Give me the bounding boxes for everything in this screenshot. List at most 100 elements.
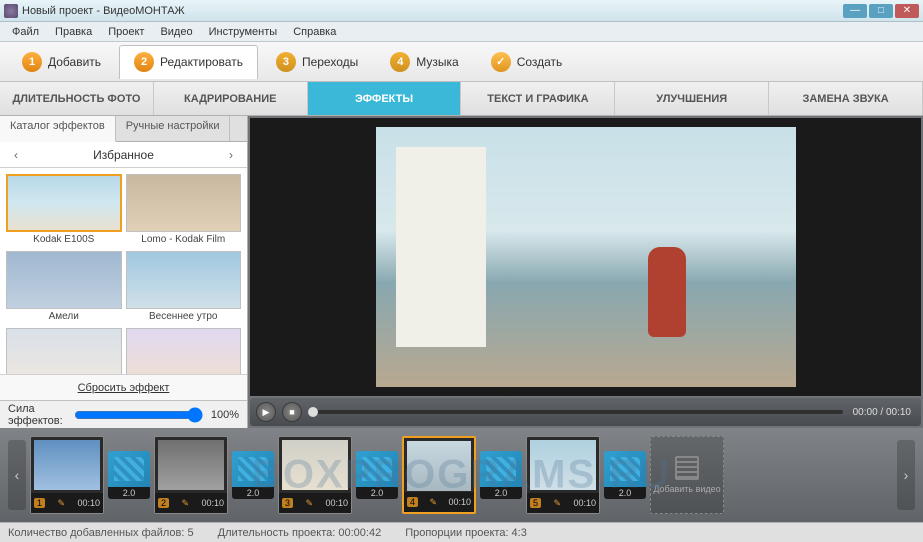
strength-label: Сила эффектов:: [8, 403, 66, 427]
prev-category-icon[interactable]: ‹: [8, 146, 24, 164]
app-icon: [4, 4, 18, 18]
step-num-icon: 1: [22, 52, 42, 72]
subtab-text[interactable]: ТЕКСТ И ГРАФИКА: [461, 82, 615, 115]
step-num-icon: 3: [276, 52, 296, 72]
menu-file[interactable]: Файл: [4, 24, 47, 40]
step-num-icon: 2: [134, 52, 154, 72]
step-label: Музыка: [416, 55, 458, 69]
timeline-clip[interactable]: 3✎00:10: [278, 436, 352, 514]
effect-label: Lomo - Kodak Film: [126, 232, 242, 247]
strength-row: Сила эффектов: 100%: [0, 400, 247, 428]
clip-thumb: [34, 440, 100, 490]
subtab-effects[interactable]: ЭФФЕКТЫ: [308, 82, 462, 115]
preview-viewport: [250, 118, 921, 396]
menu-project[interactable]: Проект: [100, 24, 152, 40]
clip-thumb: [282, 440, 348, 490]
maximize-button[interactable]: □: [869, 4, 893, 18]
transition-item[interactable]: 2.0: [604, 451, 646, 499]
step-add[interactable]: 1 Добавить: [8, 45, 115, 79]
sidetab-catalog[interactable]: Каталог эффектов: [0, 116, 116, 142]
stop-button[interactable]: ■: [282, 402, 302, 422]
transition-duration: 2.0: [604, 487, 646, 499]
preview-image: [376, 127, 796, 387]
subtab-enhance[interactable]: УЛУЧШЕНИЯ: [615, 82, 769, 115]
transition-duration: 2.0: [356, 487, 398, 499]
pencil-icon: ✎: [553, 498, 561, 509]
close-button[interactable]: ✕: [895, 4, 919, 18]
category-nav: ‹ Избранное ›: [0, 142, 247, 168]
step-label: Добавить: [48, 55, 101, 69]
clip-index: 1: [34, 498, 45, 508]
clip-thumb: [407, 441, 471, 491]
reset-row: Сбросить эффект: [0, 374, 247, 400]
effect-label: Амели: [6, 309, 122, 324]
strength-value: 100%: [211, 409, 239, 421]
timeline-clip[interactable]: 4✎00:10: [402, 436, 476, 514]
effect-item[interactable]: [6, 328, 122, 374]
subtab-audio[interactable]: ЗАМЕНА ЗВУКА: [769, 82, 923, 115]
transition-duration: 2.0: [108, 487, 150, 499]
add-video-button[interactable]: Добавить видео: [650, 436, 724, 514]
timeline-next-icon[interactable]: ›: [897, 440, 915, 510]
transition-item[interactable]: 2.0: [356, 451, 398, 499]
step-label: Редактировать: [160, 55, 243, 69]
clip-index: 5: [530, 498, 541, 508]
play-button[interactable]: ▶: [256, 402, 276, 422]
transition-item[interactable]: 2.0: [108, 451, 150, 499]
category-name: Избранное: [93, 148, 154, 162]
transition-duration: 2.0: [232, 487, 274, 499]
step-music[interactable]: 4 Музыка: [376, 45, 472, 79]
strength-slider[interactable]: [74, 407, 203, 423]
effects-sidebar: Каталог эффектов Ручные настройки ‹ Избр…: [0, 116, 248, 428]
clip-index: 4: [407, 497, 418, 507]
effect-thumb: [126, 174, 242, 232]
clip-index: 2: [158, 498, 169, 508]
step-num-icon: 4: [390, 52, 410, 72]
subtab-crop[interactable]: КАДРИРОВАНИЕ: [154, 82, 308, 115]
effect-thumb: [6, 174, 122, 232]
menu-edit[interactable]: Правка: [47, 24, 100, 40]
reset-effect-link[interactable]: Сбросить эффект: [78, 382, 170, 394]
effect-thumb: [126, 251, 242, 309]
menu-tools[interactable]: Инструменты: [201, 24, 286, 40]
transition-item[interactable]: 2.0: [480, 451, 522, 499]
window-title: Новый проект - ВидеоМОНТАЖ: [22, 5, 185, 17]
effect-thumb: [6, 251, 122, 309]
timeline-clip[interactable]: 5✎00:10: [526, 436, 600, 514]
add-video-label: Добавить видео: [653, 484, 720, 494]
effect-item[interactable]: [126, 328, 242, 374]
pencil-icon: ✎: [429, 497, 437, 508]
step-tabs: 1 Добавить 2 Редактировать 3Переходы 4 Музы…: [0, 42, 923, 82]
menu-video[interactable]: Видео: [152, 24, 200, 40]
transition-duration: 2.0: [480, 487, 522, 499]
timeline-prev-icon[interactable]: ‹: [8, 440, 26, 510]
step-transitions[interactable]: 3Переходы: [262, 45, 372, 79]
main-area: Каталог эффектов Ручные настройки ‹ Избр…: [0, 116, 923, 428]
step-edit[interactable]: 2 Редактировать: [119, 45, 258, 79]
status-files: Количество добавленных файлов: 5: [8, 527, 194, 539]
effect-item[interactable]: Lomo - Kodak Film: [126, 174, 242, 247]
time-display: 00:00 / 00:10: [849, 407, 915, 418]
effect-item[interactable]: Амели: [6, 251, 122, 324]
effect-item[interactable]: Kodak E100S: [6, 174, 122, 247]
next-category-icon[interactable]: ›: [223, 146, 239, 164]
playbar: ▶ ■ 00:00 / 00:10: [250, 398, 921, 426]
timeline-clip[interactable]: 1✎00:10: [30, 436, 104, 514]
effect-item[interactable]: Весеннее утро: [126, 251, 242, 324]
menu-help[interactable]: Справка: [285, 24, 344, 40]
status-ratio: Пропорции проекта: 4:3: [405, 527, 527, 539]
film-reel-icon: [675, 456, 699, 480]
pencil-icon: ✎: [305, 498, 313, 509]
step-create[interactable]: ✓Создать: [477, 45, 577, 79]
timeline-clip[interactable]: 2✎00:10: [154, 436, 228, 514]
clip-index: 3: [282, 498, 293, 508]
seek-slider[interactable]: [308, 410, 843, 414]
preview-area: ▶ ■ 00:00 / 00:10: [248, 116, 923, 428]
sidetab-manual[interactable]: Ручные настройки: [116, 116, 231, 141]
effects-grid: Kodak E100S Lomo - Kodak Film Амели Весе…: [0, 168, 247, 374]
status-duration: Длительность проекта: 00:00:42: [218, 527, 382, 539]
subtab-duration[interactable]: ДЛИТЕЛЬНОСТЬ ФОТО: [0, 82, 154, 115]
transition-item[interactable]: 2.0: [232, 451, 274, 499]
menubar: Файл Правка Проект Видео Инструменты Спр…: [0, 22, 923, 42]
minimize-button[interactable]: —: [843, 4, 867, 18]
